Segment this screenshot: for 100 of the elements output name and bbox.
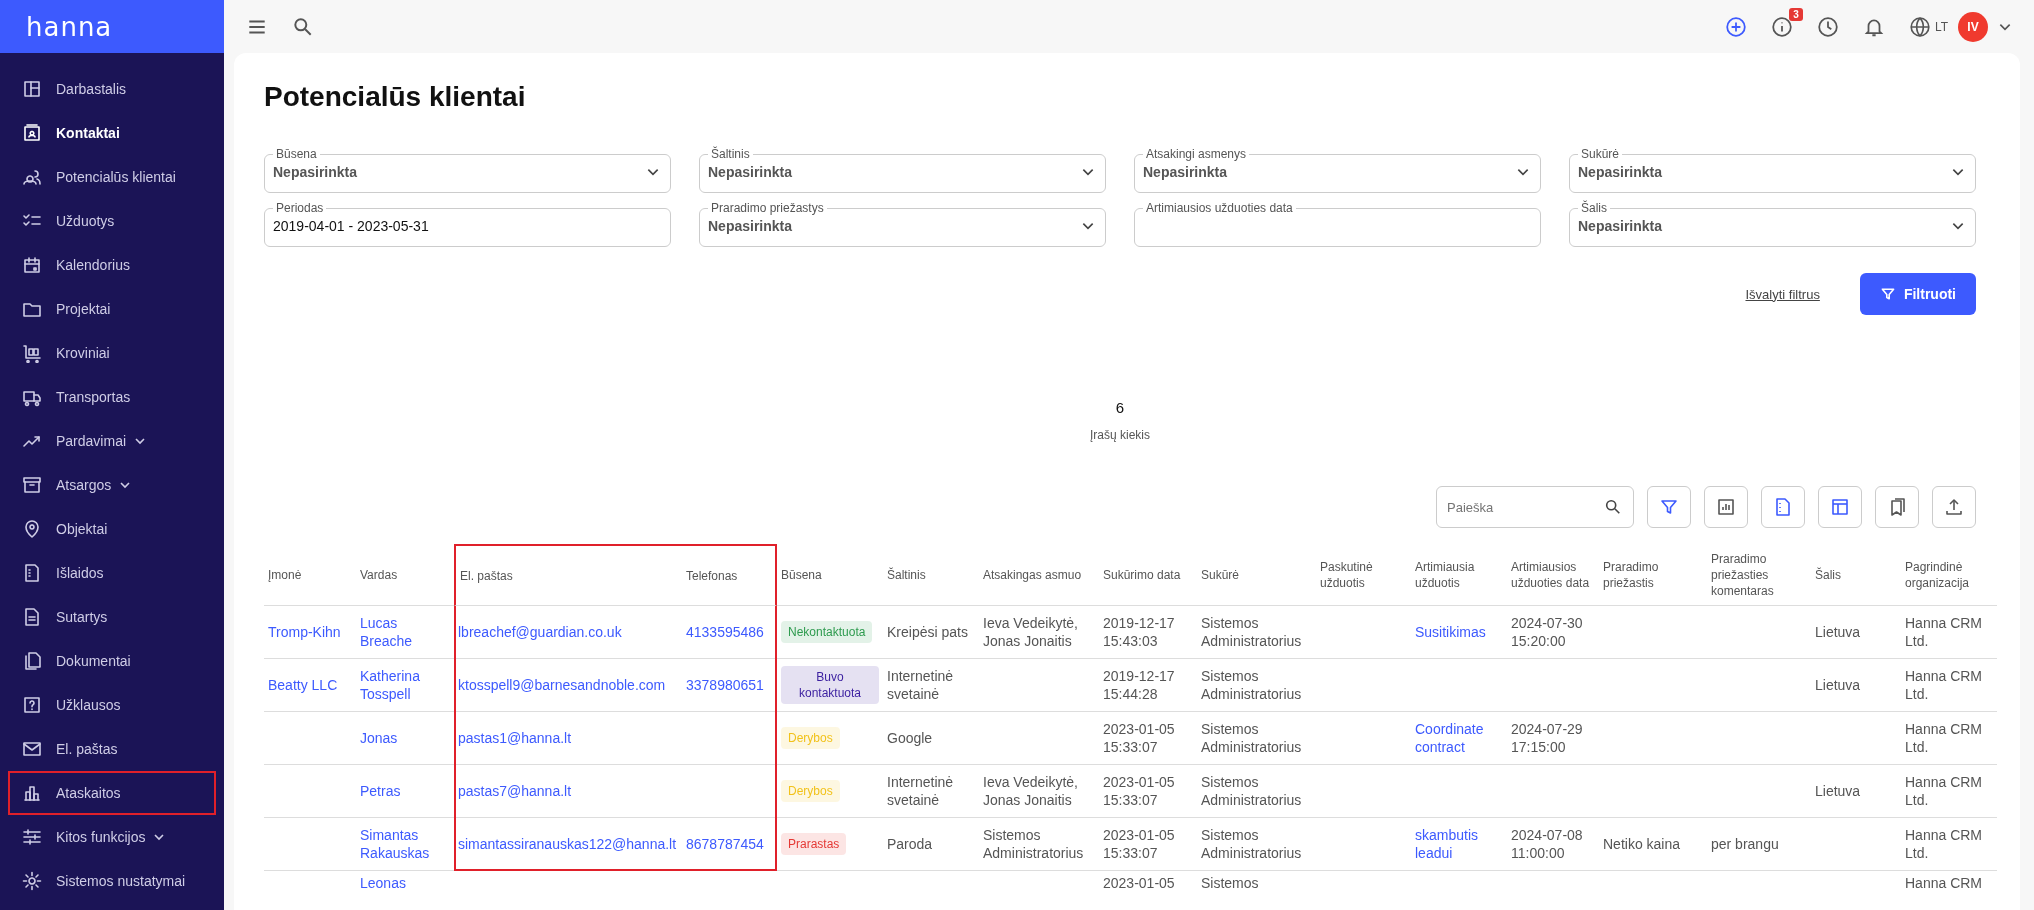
search-icon[interactable] [292,15,314,38]
column-header[interactable]: Sukūrė [1197,544,1316,606]
table-cell-text: 2019-12-17 15:43:03 [1103,614,1176,650]
file-button[interactable] [1761,486,1805,528]
sidebar-item[interactable]: Užklausos [10,685,214,725]
chart-button[interactable] [1704,486,1748,528]
sidebar-item[interactable]: Kitos funkcijos [10,817,214,857]
add-circle-icon[interactable] [1724,15,1747,38]
table-cell: Sistemos [1201,874,1259,892]
table-link[interactable]: 8678787454 [686,835,764,853]
language-button[interactable]: LT [1908,15,1948,38]
column-header[interactable]: Praradimo priežasties komentaras [1707,544,1811,606]
column-header[interactable]: Vardas [356,544,454,606]
table-link[interactable]: Petras [360,782,401,800]
dropdown-field[interactable]: Būsena Nepasirinkta [264,147,671,193]
table-cell-text: 2024-07-29 17:15:00 [1511,720,1584,756]
date-field[interactable]: Periodas 2019-04-01 - 2023-05-31 [264,201,671,247]
table-link[interactable]: 3378980651 [686,676,764,694]
dropdown-field[interactable]: Šaltinis Nepasirinkta [699,147,1106,193]
table-cell-text: Ieva Vedeikytė, Jonas Jonaitis [983,614,1079,650]
sidebar-item[interactable]: Transportas [10,377,214,417]
column-header[interactable]: Šalis [1811,544,1901,606]
logo[interactable]: hanna [26,11,113,42]
table-link[interactable]: Katherina Tosspell [360,667,450,703]
sidebar-item[interactable]: Sistemos nustatymai [10,861,214,901]
user-avatar[interactable]: IV [1958,11,1988,42]
date-field[interactable]: Artimiausios užduoties data [1134,201,1541,247]
search-field[interactable]: Paieška [1436,486,1634,528]
table-link[interactable]: 4133595486 [686,623,764,641]
dropdown-field[interactable]: Atsakingi asmenys Nepasirinkta [1134,147,1541,193]
table-cell: Kreipėsi pats [887,623,968,641]
table-link[interactable]: Lucas Breache [360,614,450,650]
table-link[interactable]: pastas7@hanna.lt [458,782,572,800]
table-cell-text: Internetinė svetainė [887,667,955,703]
table-link[interactable]: Jonas [360,729,398,747]
column-header[interactable]: Šaltinis [883,544,979,606]
table-link[interactable]: Susitikimas [1415,623,1486,641]
sidebar-item[interactable]: Užduotys [10,201,214,241]
dropdown-field[interactable]: Šalis Nepasirinkta [1569,201,1976,247]
dropdown-field[interactable]: Praradimo priežastys Nepasirinkta [699,201,1106,247]
table-cell-text: 2023-01-05 15:33:07 [1103,826,1176,862]
table-cell: Paroda [887,835,933,853]
table-cell-text: 2023-01-05 15:33:07 [1103,720,1176,756]
sidebar-item[interactable]: Dokumentai [10,641,214,681]
dropdown-field[interactable]: Sukūrė Nepasirinkta [1569,147,1976,193]
table-layout-button[interactable] [1818,486,1862,528]
table-cell-text: Sistemos Administratorius [1201,720,1303,756]
location-pin-icon [22,519,42,539]
table-link[interactable]: Coordinate contract [1415,720,1503,756]
sidebar-item[interactable]: Objektai [10,509,214,549]
document-icon [22,607,42,627]
sidebar-item[interactable]: Potencialūs klientai [10,157,214,197]
column-header[interactable]: Atsakingas asmuo [979,544,1099,606]
sidebar-item[interactable]: Darbastalis [10,69,214,109]
column-header[interactable]: Paskutinė užduotis [1316,544,1411,606]
sidebar-item[interactable]: Projektai [10,289,214,329]
filter-button[interactable]: Filtruoti [1859,273,1976,315]
filter-icon [1659,497,1679,517]
table-link[interactable]: Tromp-Kihn [268,623,341,641]
table-cell: Hanna CRM [1905,874,1983,892]
people-icon [22,167,42,187]
search-icon[interactable] [1604,498,1622,516]
column-header[interactable]: Artimiausia užduotis [1411,544,1507,606]
table-link[interactable]: skambutis leadui [1415,826,1503,862]
column-header[interactable]: Pagrindinė organizacija [1901,544,1997,606]
column-header[interactable]: Praradimo priežastis [1599,544,1707,606]
table-link[interactable]: Beatty LLC [268,676,338,694]
table-cell-text: Sistemos Administratorius [983,826,1085,862]
clock-icon[interactable] [1816,15,1839,38]
sidebar-item[interactable]: Kalendorius [10,245,214,285]
sidebar-item[interactable]: Ataskaitos [10,773,214,813]
column-header[interactable]: El. paštas [454,544,682,606]
sidebar-item[interactable]: Sutartys [10,597,214,637]
column-header[interactable]: Artimiausios užduoties data [1507,544,1599,606]
column-header[interactable]: Įmonė [264,544,356,606]
table-link[interactable]: ktosspell9@barnesandnoble.com [458,676,666,694]
filter-button[interactable] [1647,486,1691,528]
archive-box-icon [22,475,42,495]
column-header[interactable]: Būsena [777,544,883,606]
bar-chart-icon [22,783,42,803]
table-link[interactable]: pastas1@hanna.lt [458,729,572,747]
bookmarks-button[interactable] [1875,486,1919,528]
column-header[interactable]: Sukūrimo data [1099,544,1197,606]
record-count-label: Įrašų kiekis [1090,428,1150,442]
table-link[interactable]: Simantas Rakauskas [360,826,450,862]
info-icon[interactable] [1770,15,1793,38]
sidebar-item[interactable]: Išlaidos [10,553,214,593]
sidebar-item[interactable]: Kontaktai [10,113,214,153]
table-link[interactable]: simantassiranauskas122@hanna.lt [458,835,677,853]
status-tag: Buvo kontaktuota [781,666,879,704]
sidebar-item[interactable]: Pardavimai [10,421,214,461]
sidebar-item[interactable]: Kroviniai [10,333,214,373]
column-header[interactable]: Telefonas [682,544,777,606]
table-layout-icon [1830,497,1850,517]
sidebar-item[interactable]: El. paštas [10,729,214,769]
clear-filters-link[interactable]: Išvalyti filtrus [1745,286,1820,302]
sidebar-item[interactable]: Atsargos [10,465,214,505]
upload-button[interactable] [1932,486,1976,528]
table-link[interactable]: lbreachef@guardian.co.uk [458,623,622,641]
table-link[interactable]: Leonas [360,874,406,892]
